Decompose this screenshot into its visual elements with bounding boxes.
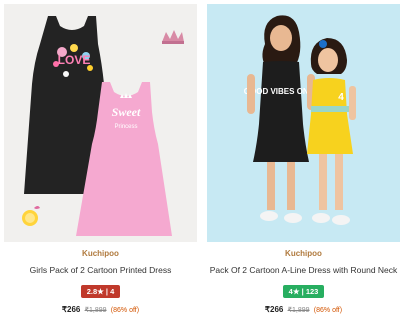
price-row: ₹266 ₹1,899 (86% off) (4, 304, 197, 317)
product-image[interactable]: LOVE Sweet Princess (4, 4, 197, 242)
product-title[interactable]: Girls Pack of 2 Cartoon Printed Dress (4, 263, 197, 277)
price-row: ₹266 ₹1,899 (86% off) (207, 304, 400, 317)
discount-label: (86% off) (110, 307, 140, 314)
dress-print-text: Sweet (112, 105, 141, 119)
rating-badge: 4★ | 123 (282, 285, 325, 298)
number-print: 4 (338, 92, 344, 103)
sale-price: ₹266 (264, 305, 284, 314)
brand-name[interactable]: Kuchipoo (4, 248, 197, 260)
product-image[interactable]: GOOD VIBES ONLY 4 (207, 4, 400, 242)
dress-print-text: LOVE (58, 53, 91, 67)
product-info: Kuchipoo Pack Of 2 Cartoon A-Line Dress … (207, 244, 400, 317)
product-card[interactable]: LOVE Sweet Princess Kuchipoo Girls Pack … (4, 4, 197, 322)
kid-black-dress: GOOD VIBES ONLY (244, 15, 319, 223)
rating-badge: 2.8★ | 4 (80, 285, 121, 298)
brand-name[interactable]: Kuchipoo (207, 248, 400, 260)
product-info: Kuchipoo Girls Pack of 2 Cartoon Printed… (4, 244, 197, 317)
original-price: ₹1,899 (287, 307, 310, 314)
product-card[interactable]: GOOD VIBES ONLY 4 Kuchipoo Pack Of 2 Car… (207, 4, 400, 322)
dress-print-subtext: Princess (114, 124, 137, 130)
product-title[interactable]: Pack Of 2 Cartoon A-Line Dress with Roun… (207, 263, 400, 277)
crown-icon (162, 30, 184, 44)
lemon-icon (22, 206, 40, 226)
sale-price: ₹266 (61, 305, 81, 314)
original-price: ₹1,899 (84, 307, 107, 314)
discount-label: (86% off) (313, 307, 343, 314)
kid-yellow-dress: 4 (307, 38, 356, 225)
